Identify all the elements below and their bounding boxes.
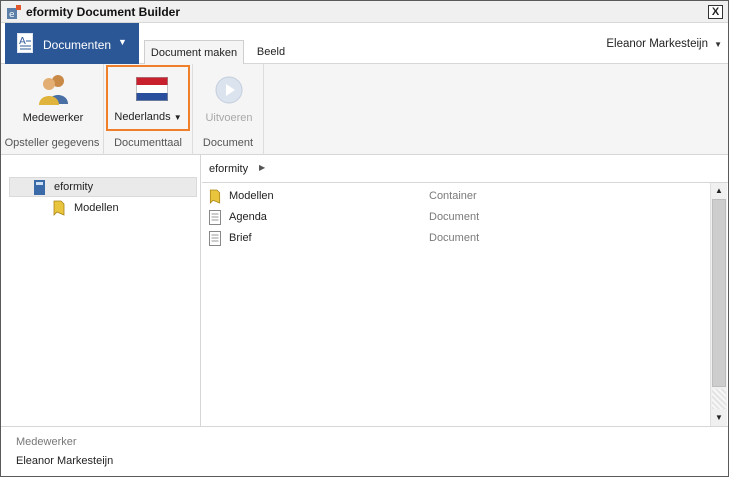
svg-text:A: A [19,36,26,47]
tree-item-label: eformity [54,181,94,193]
folder-icon [53,200,65,216]
app-logo-icon: e [7,5,21,20]
app-menu-button[interactable]: A Documenten ▼ [5,23,139,64]
tree-item-modellen[interactable]: Modellen [53,199,193,219]
list-item-name: Brief [229,232,252,244]
ribbon-group-documenttaal: Nederlands ▼ Documenttaal [104,64,193,155]
scroll-thumb[interactable] [712,199,726,387]
ribbon-group-opsteller: Medewerker Opsteller gegevens [1,64,104,155]
language-label: Nederlands [114,111,171,123]
status-value: Eleanor Markesteijn [16,455,114,467]
breadcrumb: eformity ▶ [202,155,728,183]
status-panel: Medewerker Eleanor Markesteijn [1,426,728,476]
vertical-scrollbar[interactable]: ▲ ▼ [710,183,727,426]
chevron-down-icon: ▼ [118,37,127,47]
document-app-icon: A [17,33,33,53]
svg-text:e: e [9,10,15,20]
list-item-type: Container [429,190,477,202]
document-icon [209,210,221,225]
scroll-down-icon[interactable]: ▼ [712,411,726,425]
title-bar: e eformity Document Builder X [1,1,728,23]
user-menu[interactable]: Eleanor Markesteijn [606,38,708,50]
flag-nl-icon [136,77,168,101]
close-button[interactable]: X [708,5,723,19]
group-label-opsteller: Opsteller gegevens [4,137,100,149]
group-label-document: Document [202,137,254,149]
users-icon [39,75,68,105]
item-list: Modellen Container Agenda Document Brief… [202,183,710,426]
status-label: Medewerker [16,436,77,448]
navigation-tree: eformity Modellen [1,155,201,426]
ribbon: Medewerker Opsteller gegevens Nederlands… [1,64,728,155]
list-item-type: Document [429,211,480,223]
tab-document-maken[interactable]: Document maken [144,40,244,65]
list-item-name: Modellen [229,190,274,202]
list-item-type: Document [429,232,480,244]
ribbon-group-document: Uitvoeren Document [193,64,264,155]
tree-item-label: Modellen [74,202,119,214]
window-title: eformity Document Builder [26,5,181,19]
book-icon [34,180,45,195]
scroll-up-icon[interactable]: ▲ [712,184,726,198]
folder-icon [209,189,221,204]
play-icon [215,76,243,104]
chevron-right-icon[interactable]: ▶ [259,163,265,172]
list-item-name: Agenda [229,211,267,223]
list-item[interactable]: Brief Document [202,228,710,249]
list-item[interactable]: Modellen Container [202,186,710,207]
uitvoeren-label: Uitvoeren [205,112,253,124]
menu-strip: A Documenten ▼ Document maken Beeld Elea… [1,23,728,65]
medewerker-label: Medewerker [22,112,84,124]
chevron-down-icon: ▼ [173,113,182,122]
tree-item-eformity[interactable]: eformity [9,177,197,197]
medewerker-button[interactable]: Medewerker [13,68,93,130]
document-icon [209,231,221,246]
app-menu-label: Documenten [43,38,112,52]
tab-beeld[interactable]: Beeld [251,40,291,64]
chevron-down-icon[interactable]: ▼ [714,40,722,49]
list-item[interactable]: Agenda Document [202,207,710,228]
group-label-documenttaal: Documenttaal [114,137,182,149]
uitvoeren-button[interactable]: Uitvoeren [197,68,261,130]
app-window: e eformity Document Builder X A Document… [0,0,729,477]
language-dropdown-button[interactable]: Nederlands ▼ [106,65,190,131]
breadcrumb-item[interactable]: eformity [209,163,248,175]
scroll-grip[interactable] [712,389,726,409]
language-label-wrap: Nederlands ▼ [108,111,188,123]
